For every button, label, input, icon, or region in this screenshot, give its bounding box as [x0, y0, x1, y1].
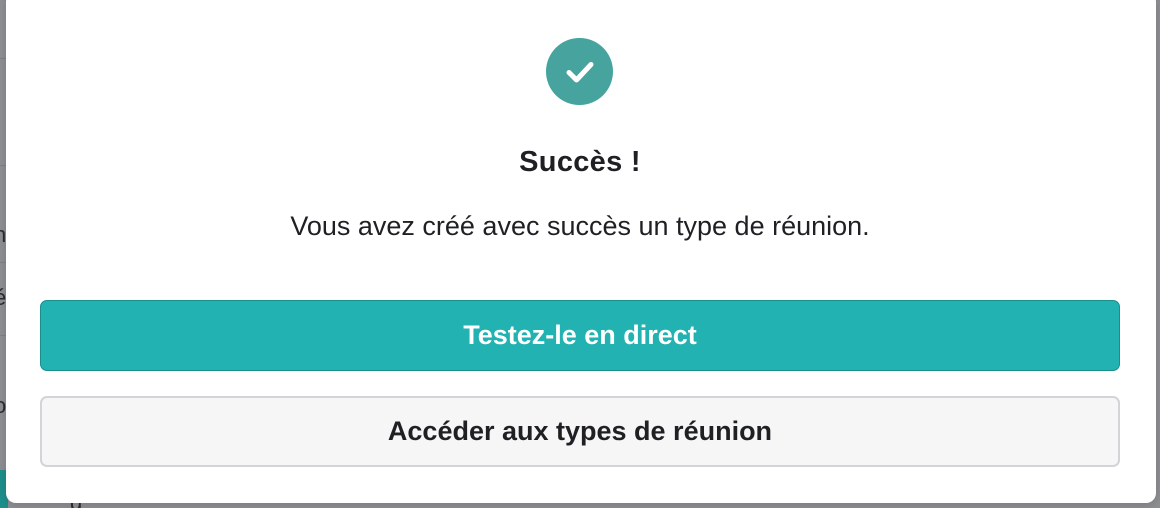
checkmark-icon [566, 61, 593, 82]
dialog-message: Vous avez créé avec succès un type de ré… [290, 211, 870, 241]
check-circle-icon [546, 38, 613, 105]
test-live-button[interactable]: Testez-le en direct [40, 300, 1120, 371]
go-to-meeting-types-button[interactable]: Accéder aux types de réunion [40, 396, 1120, 467]
dialog-title: Succès ! [519, 146, 641, 178]
success-dialog: Succès ! Vous avez créé avec succès un t… [6, 0, 1156, 503]
